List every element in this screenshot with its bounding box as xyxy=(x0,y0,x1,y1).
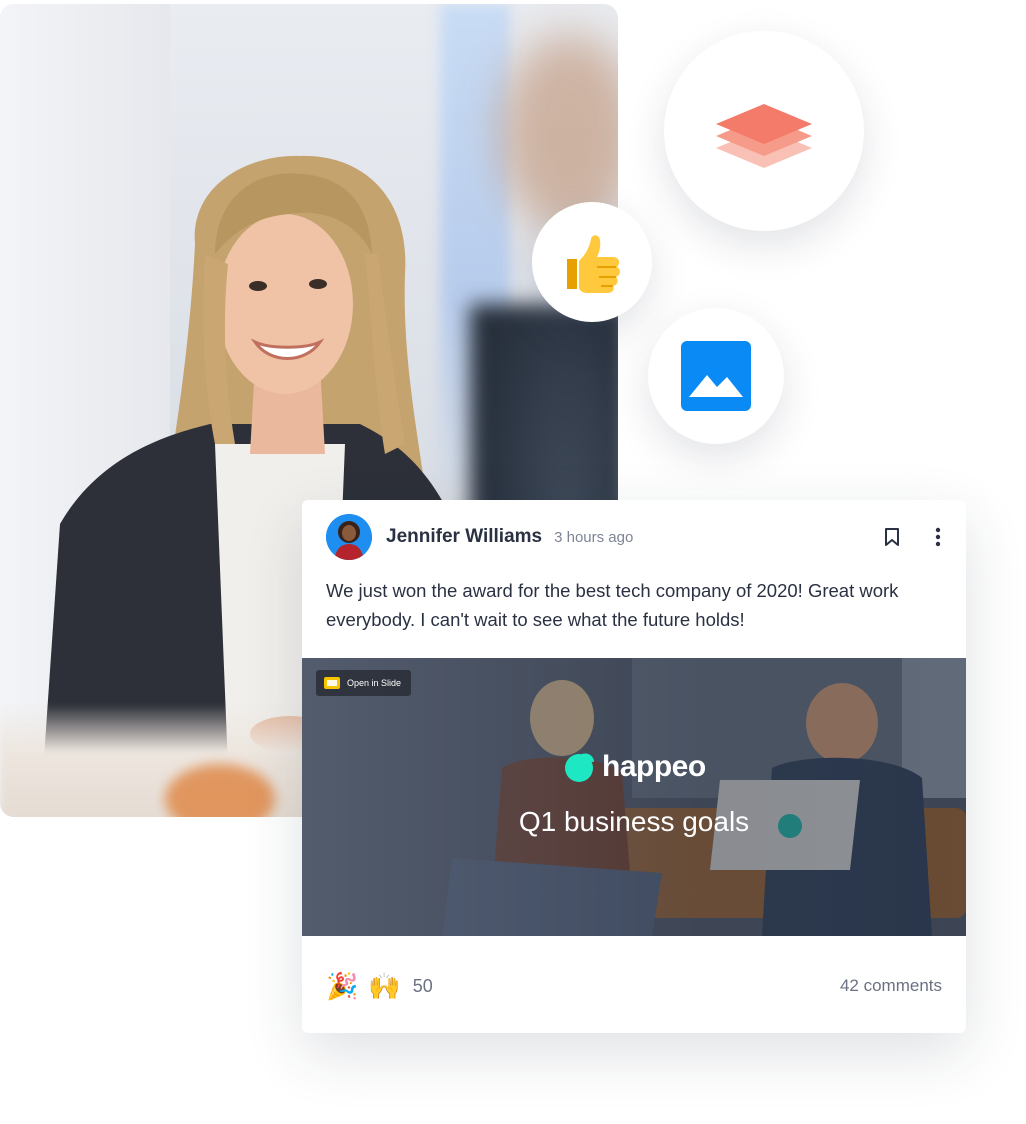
slide-title: Q1 business goals xyxy=(518,806,750,837)
party-popper-reaction[interactable]: 🎉 xyxy=(326,970,358,1002)
thumbs-up-icon xyxy=(567,235,620,293)
reaction-count: 50 xyxy=(412,975,433,996)
thumbs-up-bubble xyxy=(532,202,652,322)
raising-hands-reaction[interactable]: 🙌 xyxy=(368,970,400,1002)
post-timestamp: 3 hours ago xyxy=(554,528,634,546)
author-name[interactable]: Jennifer Williams xyxy=(386,526,542,548)
open-in-slide-label: Open in Slide xyxy=(347,678,402,688)
image-bubble xyxy=(648,308,784,444)
post-card: Jennifer Williams 3 hours ago We just wo… xyxy=(302,500,966,1033)
image-icon xyxy=(681,341,751,411)
layers-icon xyxy=(716,104,812,168)
avatar[interactable] xyxy=(326,514,372,560)
happeo-logo-icon xyxy=(565,753,594,782)
post-actions xyxy=(880,525,950,549)
bookmark-icon xyxy=(885,528,899,546)
happeo-brand: happeo xyxy=(564,750,706,784)
slide-overlay xyxy=(302,658,966,936)
comments-link[interactable]: 42 comments xyxy=(840,976,942,996)
bookmark-button[interactable] xyxy=(880,525,904,549)
happeo-wordmark: happeo xyxy=(602,750,706,783)
slide-icon xyxy=(324,677,340,689)
more-vertical-icon xyxy=(935,527,941,547)
open-in-slide-button[interactable]: Open in Slide xyxy=(316,670,412,696)
more-options-button[interactable] xyxy=(926,525,950,549)
slide-preview[interactable]: Open in Slide happeo Q1 business goals xyxy=(302,658,966,936)
layers-bubble xyxy=(664,31,864,231)
post-header: Jennifer Williams 3 hours ago xyxy=(326,514,950,560)
post-footer: 🎉 🙌 50 42 comments xyxy=(326,970,942,1002)
avatar-image xyxy=(326,514,372,560)
page: Jennifer Williams 3 hours ago We just wo… xyxy=(0,0,1026,1124)
post-body-text: We just won the award for the best tech … xyxy=(326,580,899,630)
